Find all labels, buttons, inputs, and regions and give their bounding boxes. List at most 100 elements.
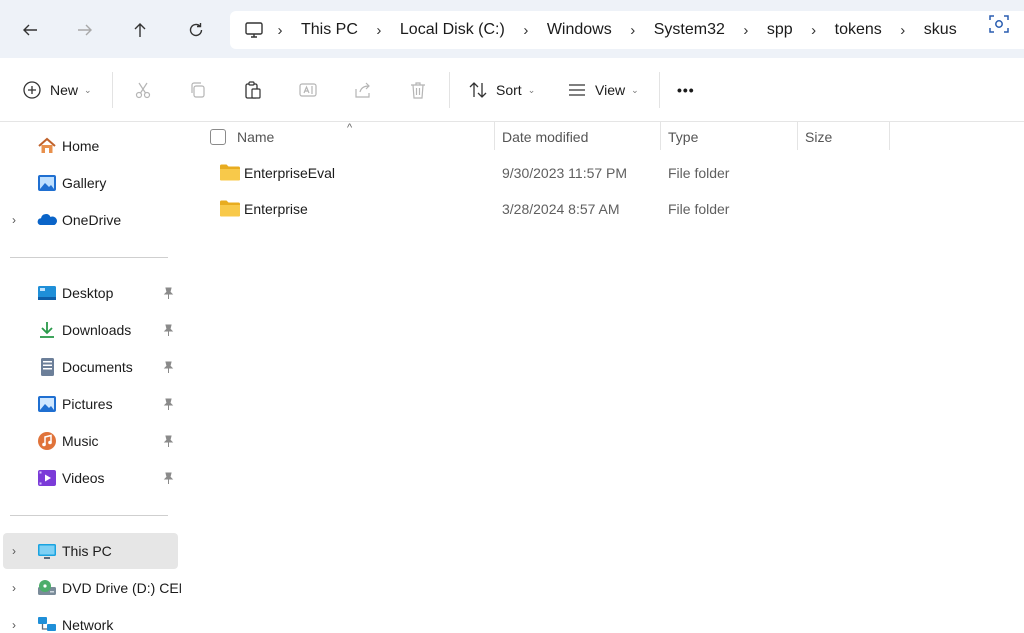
nav-label: Home — [62, 138, 100, 154]
command-bar: New ⌄ Sort ⌄ View ⌄ ••• — [0, 58, 1024, 122]
column-label: Date modified — [502, 129, 589, 145]
column-header-date-modified[interactable]: Date modified — [502, 122, 660, 152]
file-row[interactable]: EnterpriseEval 9/30/2023 11:57 PM File f… — [181, 155, 1024, 191]
onedrive-icon — [37, 210, 57, 230]
more-options-button[interactable]: ••• — [677, 74, 695, 106]
sort-label: Sort — [496, 82, 522, 98]
nav-item-network[interactable]: › Network — [0, 607, 180, 633]
nav-item-this-pc[interactable]: › This PC — [3, 533, 178, 569]
paste-button[interactable] — [243, 74, 263, 106]
pin-icon[interactable] — [162, 397, 174, 411]
navigation-pane: Home Gallery › OneDrive Desktop Download… — [0, 122, 189, 633]
downloads-icon — [37, 320, 57, 340]
visual-search-button[interactable] — [986, 11, 1012, 37]
toolbar-divider — [659, 72, 660, 108]
chevron-right-icon[interactable]: › — [731, 22, 761, 39]
music-icon — [37, 431, 57, 451]
select-all-checkbox[interactable] — [210, 129, 226, 145]
dvd-drive-icon — [37, 578, 57, 598]
refresh-button[interactable] — [180, 14, 212, 46]
chevron-right-icon[interactable]: › — [12, 544, 16, 558]
address-box[interactable]: › This PC › Local Disk (C:) › Windows › … — [230, 11, 1024, 49]
column-divider[interactable] — [797, 122, 798, 150]
crumb-tokens[interactable]: tokens — [829, 21, 888, 39]
arrow-up-icon — [134, 23, 146, 37]
nav-item-pictures[interactable]: Pictures — [0, 386, 180, 422]
sort-button[interactable]: Sort ⌄ — [468, 74, 535, 106]
chevron-right-icon[interactable]: › — [618, 22, 648, 39]
share-button[interactable] — [353, 74, 373, 106]
up-button[interactable] — [124, 14, 156, 46]
nav-label: Gallery — [62, 175, 107, 191]
column-header-type[interactable]: Type — [668, 122, 796, 152]
home-icon — [37, 136, 57, 156]
rename-button[interactable] — [298, 74, 318, 106]
crumb-skus[interactable]: skus — [918, 21, 963, 39]
pin-icon[interactable] — [162, 323, 174, 337]
refresh-icon — [189, 23, 203, 37]
new-button[interactable]: New ⌄ — [22, 74, 92, 106]
monitor-icon — [243, 19, 265, 41]
delete-button[interactable] — [408, 74, 428, 106]
forward-button[interactable] — [69, 14, 101, 46]
nav-item-desktop[interactable]: Desktop — [0, 275, 180, 311]
nav-item-music[interactable]: Music — [0, 423, 180, 459]
cut-icon — [135, 82, 151, 99]
pin-icon[interactable] — [162, 471, 174, 485]
nav-label: This PC — [62, 543, 112, 559]
pictures-icon — [37, 394, 57, 414]
file-name: Enterprise — [244, 201, 308, 217]
share-icon — [355, 82, 370, 98]
column-divider[interactable] — [889, 122, 890, 150]
column-divider[interactable] — [660, 122, 661, 150]
nav-item-onedrive[interactable]: › OneDrive — [0, 202, 180, 238]
crumb-this-pc[interactable]: This PC — [295, 21, 364, 39]
nav-item-dvd-drive[interactable]: › DVD Drive (D:) CEN — [0, 570, 189, 606]
view-label: View — [595, 82, 626, 98]
copy-button[interactable] — [188, 74, 208, 106]
crumb-windows[interactable]: Windows — [541, 21, 618, 39]
folder-icon — [220, 200, 240, 217]
chevron-down-icon: ⌄ — [84, 84, 92, 95]
more-icon: ••• — [677, 82, 695, 98]
copy-icon — [191, 82, 205, 98]
chevron-right-icon: › — [277, 21, 283, 39]
file-row[interactable]: Enterprise 3/28/2024 8:57 AM File folder — [181, 191, 1024, 227]
pin-icon[interactable] — [162, 360, 174, 374]
chevron-right-icon[interactable]: › — [12, 213, 16, 227]
visual-search-icon — [989, 15, 1009, 33]
toolbar-divider — [112, 72, 113, 108]
chevron-down-icon: ⌄ — [527, 84, 536, 95]
column-header-size[interactable]: Size — [805, 122, 889, 152]
crumb-spp[interactable]: spp — [761, 21, 799, 39]
back-button[interactable] — [14, 14, 46, 46]
file-list: ^ Name Date modified Type Size Enterpris… — [181, 122, 1024, 633]
crumb-local-disk[interactable]: Local Disk (C:) — [394, 21, 511, 39]
chevron-right-icon[interactable]: › — [12, 618, 16, 632]
network-icon — [37, 615, 57, 633]
chevron-right-icon[interactable]: › — [364, 22, 394, 39]
cut-button[interactable] — [133, 74, 153, 106]
view-button[interactable]: View ⌄ — [567, 74, 639, 106]
nav-item-home[interactable]: Home — [0, 128, 180, 164]
nav-item-downloads[interactable]: Downloads — [0, 312, 180, 348]
nav-label: Documents — [62, 359, 133, 375]
chevron-right-icon[interactable]: › — [511, 22, 541, 39]
nav-item-videos[interactable]: Videos — [0, 460, 180, 496]
nav-item-documents[interactable]: Documents — [0, 349, 180, 385]
delete-icon — [411, 82, 425, 99]
file-type: File folder — [668, 165, 730, 181]
chevron-right-icon[interactable]: › — [799, 22, 829, 39]
chevron-right-icon[interactable]: › — [12, 581, 16, 595]
nav-label: Videos — [62, 470, 105, 486]
paste-icon — [245, 81, 261, 99]
nav-item-gallery[interactable]: Gallery — [0, 165, 180, 201]
column-divider[interactable] — [494, 122, 495, 150]
pin-icon[interactable] — [162, 434, 174, 448]
column-label: Size — [805, 129, 833, 145]
crumb-system32[interactable]: System32 — [648, 21, 731, 39]
chevron-right-icon[interactable]: › — [888, 22, 918, 39]
column-header-name[interactable]: Name — [237, 122, 495, 152]
divider — [10, 257, 168, 258]
pin-icon[interactable] — [162, 286, 174, 300]
